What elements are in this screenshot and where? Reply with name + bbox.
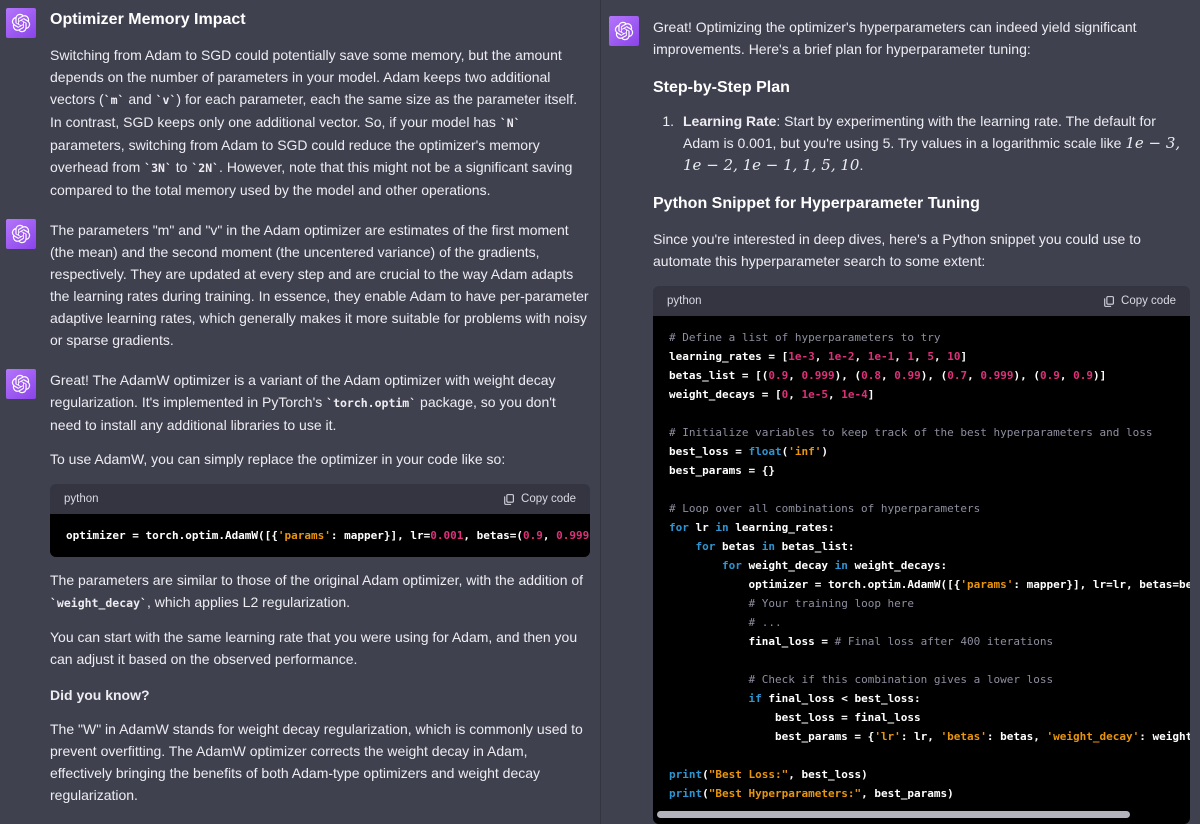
ordered-list-item: 1. Learning Rate: Start by experimenting… <box>653 110 1190 176</box>
assistant-avatar <box>6 219 36 249</box>
message-content: The parameters "m" and "v" in the Adam o… <box>50 219 600 351</box>
paragraph: You can start with the same learning rat… <box>50 629 578 667</box>
assistant-avatar <box>609 16 639 46</box>
paragraph: To use AdamW, you can simply replace the… <box>50 451 506 467</box>
openai-logo-icon <box>11 224 31 244</box>
list-item-text: Learning Rate: Start by experimenting wi… <box>683 113 1181 174</box>
paragraph: Great! The AdamW optimizer is a variant … <box>50 372 556 433</box>
code-block: python Copy code optimizer = torch.optim… <box>50 484 590 557</box>
code-language-label: python <box>667 295 702 307</box>
copy-code-button[interactable]: Copy code <box>502 493 576 506</box>
openai-logo-icon <box>11 374 31 394</box>
message-content: Great! Optimizing the optimizer's hyperp… <box>653 16 1200 824</box>
message-heading: Optimizer Memory Impact <box>50 11 246 28</box>
paragraph: Great! Optimizing the optimizer's hyperp… <box>653 19 1137 57</box>
section-heading: Step-by-Step Plan <box>653 79 790 96</box>
assistant-message: The parameters "m" and "v" in the Adam o… <box>6 219 600 351</box>
left-column: Optimizer Memory Impact Switching from A… <box>0 0 600 824</box>
code-content: optimizer = torch.optim.AdamW([{'params'… <box>50 514 590 557</box>
horizontal-scrollbar[interactable] <box>657 811 1130 818</box>
assistant-avatar <box>6 369 36 399</box>
code-block-header: python Copy code <box>50 484 590 514</box>
code-content: # Define a list of hyperparameters to tr… <box>653 316 1190 824</box>
message-content: Great! The AdamW optimizer is a variant … <box>50 369 600 806</box>
did-you-know-heading: Did you know? <box>50 687 150 703</box>
chat-interface: Optimizer Memory Impact Switching from A… <box>0 0 1200 824</box>
openai-logo-icon <box>11 13 31 33</box>
paragraph: The "W" in AdamW stands for weight decay… <box>50 721 583 803</box>
copy-code-label: Copy code <box>1121 295 1176 307</box>
code-language-label: python <box>64 493 99 505</box>
copy-code-label: Copy code <box>521 493 576 505</box>
clipboard-icon <box>504 493 514 505</box>
clipboard-icon <box>1104 295 1114 307</box>
paragraph: Since you're interested in deep dives, h… <box>653 231 1141 269</box>
openai-logo-icon <box>614 21 634 41</box>
paragraph: The parameters are similar to those of t… <box>50 572 584 610</box>
paragraph: The parameters "m" and "v" in the Adam o… <box>50 222 589 348</box>
section-heading: Python Snippet for Hyperparameter Tuning <box>653 195 980 212</box>
code-block-header: python Copy code <box>653 286 1190 316</box>
assistant-message: Great! The AdamW optimizer is a variant … <box>6 369 600 806</box>
assistant-avatar <box>6 8 36 38</box>
assistant-message: Great! Optimizing the optimizer's hyperp… <box>609 16 1200 824</box>
right-column: Great! Optimizing the optimizer's hyperp… <box>600 0 1200 824</box>
copy-code-button[interactable]: Copy code <box>1102 295 1176 308</box>
message-content: Optimizer Memory Impact Switching from A… <box>50 8 600 201</box>
paragraph: Switching from Adam to SGD could potenti… <box>50 47 578 198</box>
assistant-message: Optimizer Memory Impact Switching from A… <box>6 8 600 201</box>
list-item-marker: 1. <box>662 113 674 129</box>
code-block: python Copy code # Define a list of hype… <box>653 286 1190 824</box>
